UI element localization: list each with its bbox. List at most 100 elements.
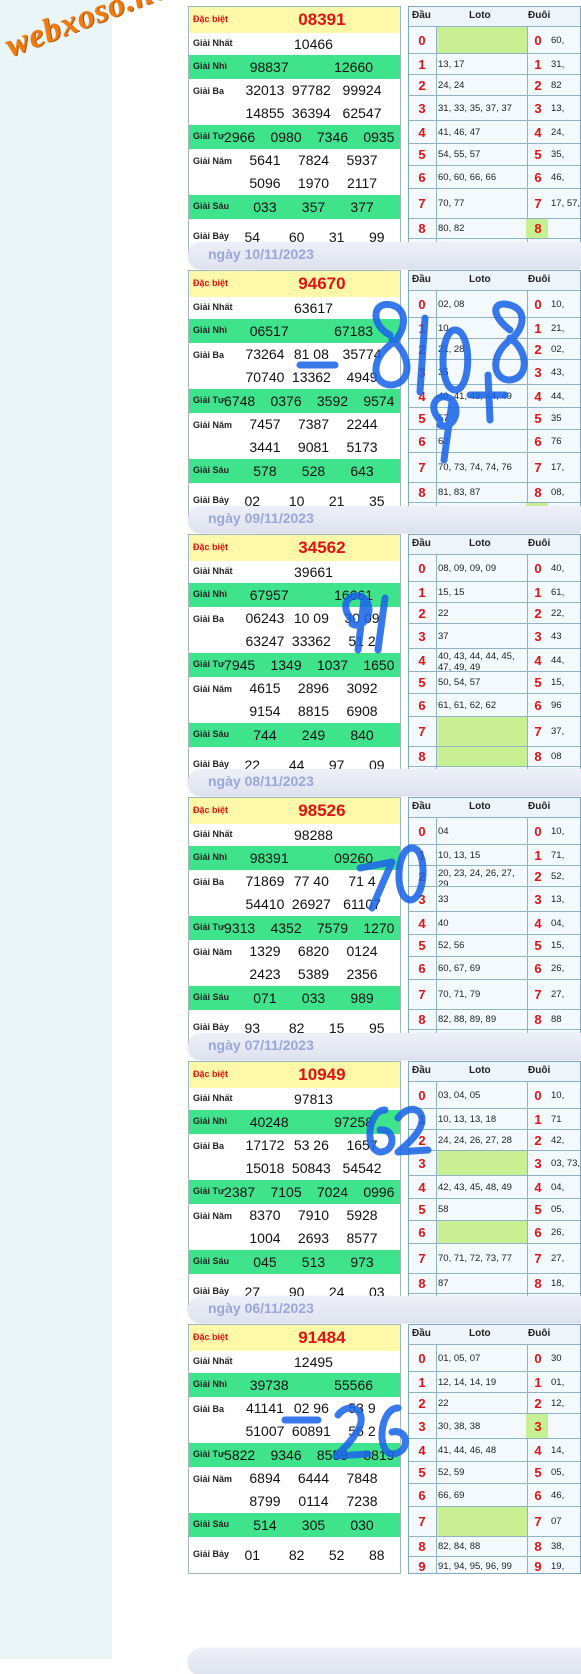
head-digit: 8 xyxy=(418,1539,426,1554)
loto-row: 6 66, 69 6 46, xyxy=(409,1483,580,1507)
prize-number: 39738 xyxy=(249,1377,289,1393)
prize-row-first: Giải Nhất 97813 xyxy=(189,1088,400,1110)
date-label: ngày 09/11/2023 xyxy=(208,510,314,526)
loto-header: Đầu Loto Đuôi xyxy=(409,7,580,26)
loto-values: 31, 33, 35, 37, 37 xyxy=(438,103,512,114)
loto-values: 04 xyxy=(438,826,449,837)
prize-number: 06517 xyxy=(249,323,289,339)
tail-values: 46, xyxy=(551,1490,565,1501)
prize-label: Giải Ba xyxy=(193,614,225,624)
prize-label: Đặc biệt xyxy=(193,542,229,552)
prize-number: 02 96 xyxy=(293,1400,329,1416)
date-header[interactable]: ngày 07/11/2023 xyxy=(188,1033,581,1059)
tail-digit: 7 xyxy=(534,196,542,211)
prize-row-special: Đặc biệt 10949 xyxy=(189,1062,400,1088)
tail-digit: 2 xyxy=(534,606,542,621)
head-digit: 1 xyxy=(418,57,426,72)
date-header[interactable]: ngày 06/11/2023 xyxy=(188,1296,581,1322)
tail-digit: 4 xyxy=(534,916,542,931)
prize-label: Giải Ba xyxy=(193,350,225,360)
tail-values: 15, xyxy=(551,677,565,688)
head-digit: 0 xyxy=(418,824,426,839)
prize-label: Giải Sáu xyxy=(193,992,230,1002)
prize-number: 35774 xyxy=(342,346,382,362)
tail-digit: 3 xyxy=(534,892,542,907)
tail-values: 30 xyxy=(551,1353,562,1364)
tail-digit: 3 xyxy=(534,629,542,644)
header-col-loto: Loto xyxy=(469,1065,491,1076)
loto-cell xyxy=(436,27,528,54)
date-header[interactable]: ngày 08/11/2023 xyxy=(188,769,581,795)
loto-row: 2 22 2 12, xyxy=(409,1392,580,1414)
prize-label: Giải Năm xyxy=(193,684,233,694)
head-digit: 6 xyxy=(418,698,426,713)
loto-table: Đầu Loto Đuôi 0 02, 08 0 10, 1 10, 1 21, 2 21, 28 2 02… xyxy=(408,270,581,520)
loto-values: 61, 61, 62, 62 xyxy=(438,700,497,711)
day-results: Đặc biệt 94670 Giải Nhất 63617 Giải Nhì 06517… xyxy=(188,270,581,522)
prize-row-special: Đặc biệt 08391 xyxy=(189,7,400,33)
head-digit: 3 xyxy=(418,1156,426,1171)
tail-values: 26, xyxy=(551,963,565,974)
loto-row: 7 70, 77 7 17, 57, xyxy=(409,188,580,219)
prize-number: 2244 xyxy=(346,416,378,432)
prize-table: Đặc biệt 91484 Giải Nhất 12495 Giải Nhì 39738… xyxy=(188,1324,401,1574)
loto-table: Đầu Loto Đuôi 0 0 60, 1 13, 17 1 31, 2 24, 24 2 82 3 31… xyxy=(408,6,581,256)
head-digit: 0 xyxy=(418,1351,426,1366)
header-col-tail: Đuôi xyxy=(528,801,551,812)
head-digit: 7 xyxy=(418,196,426,211)
loto-values: 21, 28 xyxy=(438,344,465,355)
tail-digit: 2 xyxy=(534,342,542,357)
loto-values: 01, 05, 07 xyxy=(438,1353,481,1364)
tail-values: 88 xyxy=(551,1014,562,1025)
tail-values: 24, xyxy=(551,127,565,138)
prize-label: Đặc biệt xyxy=(193,14,229,24)
head-digit: 2 xyxy=(418,606,426,621)
prize-label: Giải Ba xyxy=(193,877,225,887)
prize-label: Giải Nhất xyxy=(193,566,233,576)
loto-row: 2 20, 23, 24, 26, 27, 29 2 52, xyxy=(409,865,580,890)
loto-row: 6 61, 61, 62, 62 6 96 xyxy=(409,693,580,717)
prize-table: Đặc biệt 10949 Giải Nhất 97813 Giải Nhì 40248… xyxy=(188,1061,401,1311)
loto-row: 6 62 6 76 xyxy=(409,429,580,453)
head-digit: 0 xyxy=(418,297,426,312)
header-col-head: Đầu xyxy=(412,801,431,812)
date-header-partial[interactable] xyxy=(188,1648,581,1674)
prize-row-third: Giải Ba 06243 10 09 30 09 63247 33362 51 2 xyxy=(189,607,400,653)
tail-digit: 5 xyxy=(534,938,542,953)
prize-number: 643 xyxy=(350,463,374,479)
head-digit: 7 xyxy=(418,724,426,739)
date-header[interactable]: ngày 10/11/2023 xyxy=(188,242,581,268)
tail-values: 13, xyxy=(551,103,565,114)
loto-values: 12, 14, 14, 19 xyxy=(438,1377,497,1388)
loto-header: Đầu Loto Đuôi xyxy=(409,271,580,290)
prize-label: Giải Ba xyxy=(193,1141,225,1151)
loto-table: Đầu Loto Đuôi 0 08, 09, 09, 09 0 40, 1 15, 15 1 61… xyxy=(408,534,581,784)
tail-digit: 5 xyxy=(534,1465,542,1480)
head-digit: 1 xyxy=(418,321,426,336)
loto-values: 40 xyxy=(438,918,449,929)
day-results: Đặc biệt 98526 Giải Nhất 98288 Giải Nhì 98391… xyxy=(188,797,581,1049)
prize-number: 10 09 xyxy=(293,610,329,626)
tail-values: 17, xyxy=(551,462,565,473)
loto-table: Đầu Loto Đuôi 0 01, 05, 07 0 30 1 12, 14, 14, 19… xyxy=(408,1324,581,1574)
prize-number: 377 xyxy=(350,199,374,215)
tail-digit: 8 xyxy=(534,485,542,500)
prize-number: 62547 xyxy=(342,105,382,121)
loto-values: 91, 94, 95, 96, 99 xyxy=(438,1561,512,1572)
tail-values: 60, xyxy=(551,35,565,46)
tail-digit: 5 xyxy=(534,1202,542,1217)
loto-row: 5 58 5 05, xyxy=(409,1198,580,1221)
loto-values: 24, 24 xyxy=(438,80,465,91)
prize-table: Đặc biệt 34562 Giải Nhất 39661 Giải Nhì 67957… xyxy=(188,534,401,784)
loto-values: 70, 77 xyxy=(438,198,465,209)
tail-values: 01, xyxy=(551,1377,565,1388)
prize-number: 77 40 xyxy=(293,873,329,889)
loto-row: 4 40 4 04, xyxy=(409,911,580,935)
tail-values: 13, xyxy=(551,894,565,905)
loto-row: 2 22 2 22, xyxy=(409,602,580,624)
header-col-tail: Đuôi xyxy=(528,274,551,285)
date-header[interactable]: ngày 09/11/2023 xyxy=(188,506,581,532)
header-col-loto: Loto xyxy=(469,1328,491,1339)
tail-digit: 2 xyxy=(534,78,542,93)
loto-row: 2 24, 24, 26, 27, 28 2 42, xyxy=(409,1129,580,1151)
